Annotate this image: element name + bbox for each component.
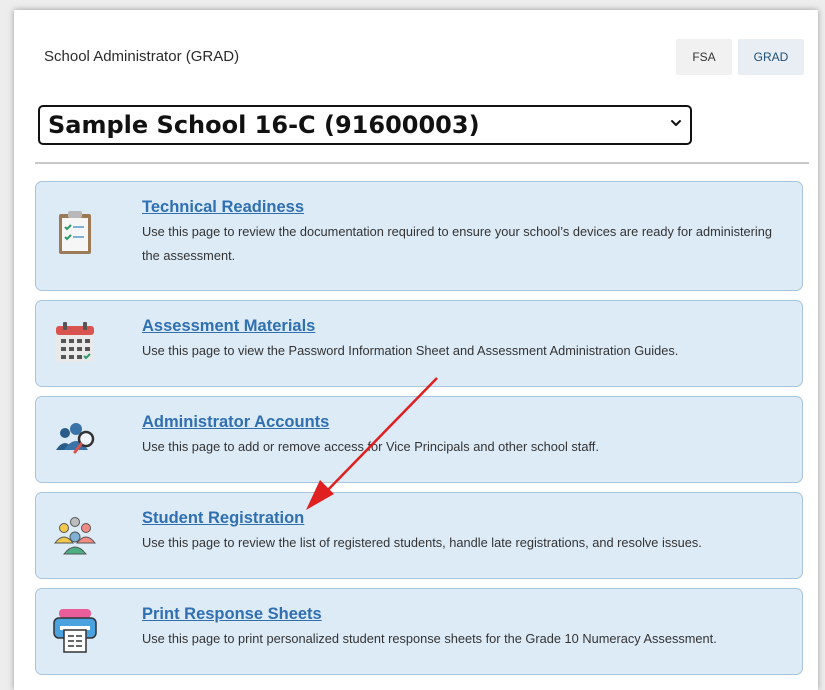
card-print-response-sheets[interactable]: Print Response Sheets Use this page to p… [35,588,803,675]
printer-icon [53,609,97,653]
card-administrator-accounts[interactable]: Administrator Accounts Use this page to … [35,396,803,483]
school-select-value: Sample School 16-C (91600003) [48,111,480,139]
chevron-down-icon [671,120,681,126]
card-title-technical-readiness[interactable]: Technical Readiness [142,198,304,217]
page-title: School Administrator (GRAD) [44,48,240,65]
card-title-assessment-materials[interactable]: Assessment Materials [142,317,315,336]
card-description: Use this page to add or remove access fo… [142,439,599,454]
card-description: Use this page to print personalized stud… [142,631,717,646]
students-icon [53,517,97,555]
school-select[interactable]: Sample School 16-C (91600003) [38,105,692,145]
divider [35,162,809,164]
card-title-student-registration[interactable]: Student Registration [142,509,304,528]
users-search-icon [56,423,95,454]
calendar-icon [56,322,94,362]
program-tabs: FSA GRAD [676,39,804,75]
card-student-registration[interactable]: Student Registration Use this page to re… [35,492,803,579]
card-description: Use this page to review the list of regi… [142,535,702,550]
card-title-print-response-sheets[interactable]: Print Response Sheets [142,605,322,624]
card-title-administrator-accounts[interactable]: Administrator Accounts [142,413,329,432]
tab-grad[interactable]: GRAD [738,39,804,75]
clipboard-icon [59,211,91,254]
tab-fsa[interactable]: FSA [676,39,732,75]
card-description: Use this page to view the Password Infor… [142,343,679,358]
card-description: Use this page to review the documentatio… [142,224,772,263]
card-assessment-materials[interactable]: Assessment Materials Use this page to vi… [35,300,803,387]
card-technical-readiness[interactable]: Technical Readiness Use this page to rev… [35,181,803,291]
